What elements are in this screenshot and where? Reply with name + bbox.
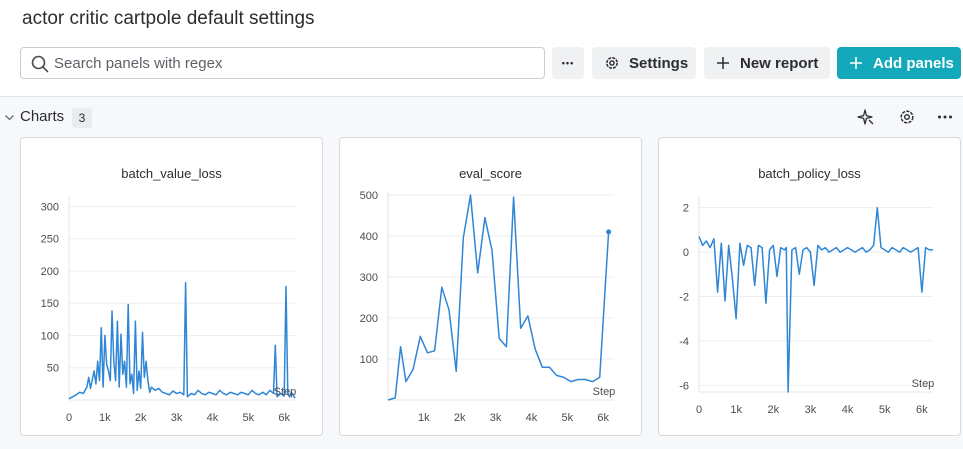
- batch-policy-loss-chart: batch_policy_loss 2 0 -2 -4 -6 0 1k 2k 3k 4k 5k 6k St…: [679, 166, 935, 416]
- last-point-marker: [606, 229, 612, 235]
- x-tick-label: 5k: [879, 404, 891, 416]
- x-tick-label: 2k: [767, 404, 779, 416]
- new-report-label: New report: [740, 54, 819, 72]
- gear-icon: [606, 57, 618, 69]
- y-tick-label: 250: [41, 234, 59, 246]
- x-tick-label: 3k: [805, 404, 817, 416]
- y-tick-label: 2: [683, 203, 689, 215]
- x-tick-label: 3k: [490, 412, 502, 424]
- search-input[interactable]: Search panels with regex: [20, 47, 545, 79]
- plus-icon: [717, 57, 729, 69]
- chart-title: eval_score: [459, 166, 522, 181]
- chart-title: batch_policy_loss: [758, 166, 861, 181]
- x-tick-label: 6k: [597, 412, 609, 424]
- eval-score-chart: eval_score 100 200 300 400 500 1k 2k 3k 4k 5k 6k Ste…: [360, 166, 616, 424]
- y-tick-label: 50: [47, 363, 59, 375]
- chart-panel-eval-score[interactable]: eval_score 100 200 300 400 500 1k 2k 3k 4k 5k 6k Ste…: [339, 137, 642, 436]
- y-tick-label: 500: [360, 190, 378, 202]
- y-tick-label: -2: [679, 292, 689, 304]
- y-tick-label: 150: [41, 298, 59, 310]
- page-title: actor critic cartpole default settings: [22, 8, 315, 29]
- y-tick-label: 200: [41, 266, 59, 278]
- y-tick-label: 400: [360, 231, 378, 243]
- charts-section: Charts 3 batch_value_loss 50 100 150 200 250 3…: [0, 97, 963, 449]
- sparkle-icon[interactable]: [857, 108, 875, 126]
- chart-title: batch_value_loss: [121, 166, 222, 181]
- more-icon[interactable]: [936, 108, 954, 126]
- x-axis-label: Step: [274, 386, 297, 398]
- x-tick-label: 1k: [418, 412, 430, 424]
- chevron-down-icon[interactable]: [4, 112, 15, 123]
- x-tick-label: 6k: [278, 412, 290, 424]
- y-tick-label: 0: [683, 247, 689, 259]
- y-tick-label: -6: [679, 380, 689, 392]
- chart-panel-batch-value-loss[interactable]: batch_value_loss 50 100 150 200 250 300 0 1k 2k 3k…: [20, 137, 323, 436]
- x-tick-label: 5k: [243, 412, 255, 424]
- y-tick-label: 300: [360, 272, 378, 284]
- x-tick-label: 1k: [99, 412, 111, 424]
- search-icon: [31, 55, 49, 73]
- more-icon: •••: [561, 58, 575, 68]
- y-tick-label: 100: [41, 330, 59, 342]
- add-panels-label: Add panels: [873, 54, 954, 72]
- y-tick-label: 200: [360, 313, 378, 325]
- x-tick-label: 2k: [135, 412, 147, 424]
- plus-icon: [850, 57, 862, 69]
- x-tick-label: 0: [66, 412, 72, 424]
- y-tick-label: 300: [41, 201, 59, 213]
- x-tick-label: 4k: [207, 412, 219, 424]
- gear-icon[interactable]: [898, 108, 916, 126]
- x-tick-label: 2k: [454, 412, 466, 424]
- y-tick-label: -4: [679, 336, 689, 348]
- add-panels-button[interactable]: Add panels: [837, 47, 961, 79]
- x-tick-label: 4k: [526, 412, 538, 424]
- x-tick-label: 3k: [171, 412, 183, 424]
- x-tick-label: 0: [696, 404, 702, 416]
- x-tick-label: 1k: [730, 404, 742, 416]
- x-axis-label: Step: [593, 386, 616, 398]
- settings-button[interactable]: Settings: [592, 47, 696, 79]
- new-report-button[interactable]: New report: [704, 47, 830, 79]
- series-line: [68, 281, 296, 400]
- y-tick-label: 100: [360, 354, 378, 366]
- x-tick-label: 4k: [842, 404, 854, 416]
- panel-count-badge: 3: [72, 108, 92, 128]
- batch-value-loss-chart: batch_value_loss 50 100 150 200 250 300 0 1k 2k 3k…: [41, 166, 297, 424]
- x-axis-label: Step: [912, 378, 935, 390]
- x-tick-label: 6k: [916, 404, 928, 416]
- section-title: Charts: [20, 108, 65, 125]
- series-line: [698, 206, 933, 393]
- x-tick-label: 5k: [562, 412, 574, 424]
- settings-label: Settings: [629, 54, 689, 72]
- chart-panel-batch-policy-loss[interactable]: batch_policy_loss 2 0 -2 -4 -6 0 1k 2k 3k 4k 5k 6k St…: [658, 137, 961, 436]
- section-header[interactable]: Charts 3: [0, 97, 963, 137]
- more-options-button[interactable]: •••: [552, 47, 584, 79]
- series-line: [387, 194, 610, 401]
- search-placeholder: Search panels with regex: [54, 55, 223, 72]
